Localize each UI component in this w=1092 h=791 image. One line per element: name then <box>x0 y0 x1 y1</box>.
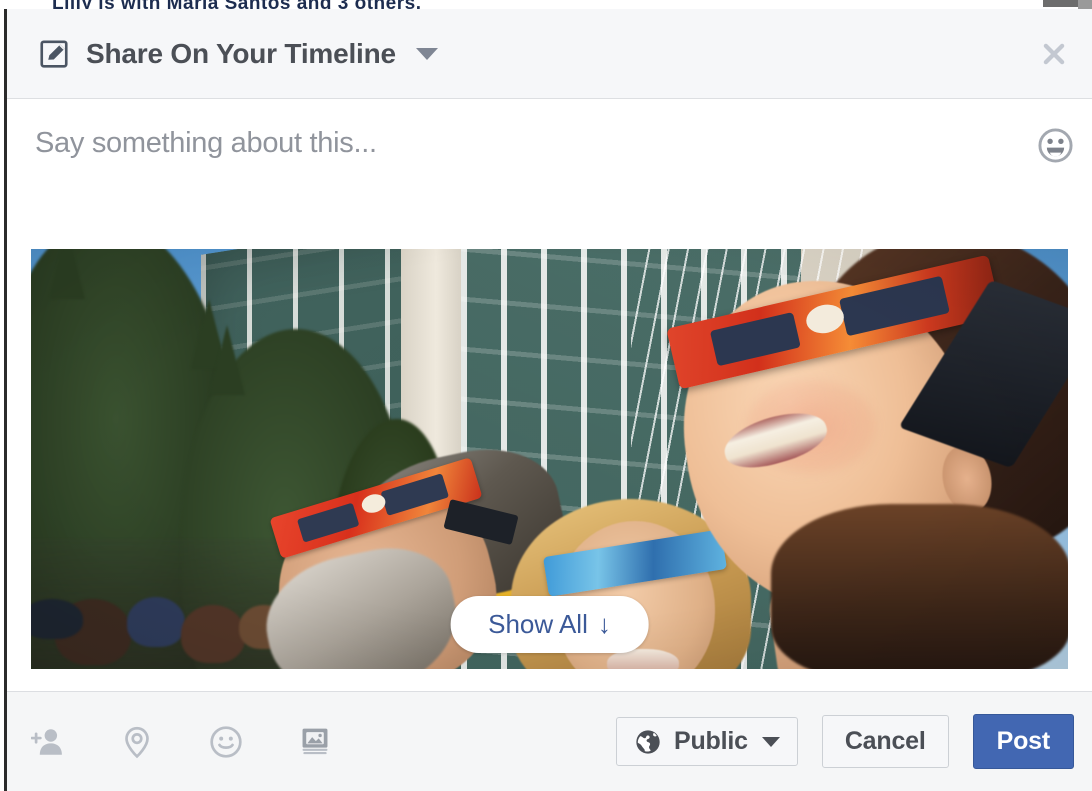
dialog-footer: Public Cancel Post <box>7 691 1092 791</box>
privacy-selector[interactable]: Public <box>616 717 798 766</box>
photo-album-icon[interactable] <box>298 725 332 759</box>
tag-people-icon[interactable] <box>31 725 65 759</box>
show-all-label: Show All <box>488 609 588 639</box>
chevron-down-icon[interactable] <box>415 47 438 60</box>
glasses-lens <box>709 312 801 367</box>
compose-input-placeholder[interactable]: Say something about this... <box>35 127 377 160</box>
emoji-smiley-icon[interactable] <box>1037 127 1074 164</box>
globe-icon <box>636 729 660 754</box>
pine-top <box>209 325 245 395</box>
crowd-head <box>181 605 245 663</box>
show-all-button[interactable]: Show All ↓ <box>450 596 649 653</box>
chevron-down-icon <box>761 736 780 747</box>
dialog-title-group[interactable]: Share On Your Timeline <box>39 38 438 70</box>
woman-hair-lower <box>771 504 1068 669</box>
crowd-sunglasses <box>31 599 83 639</box>
post-button[interactable]: Post <box>972 714 1074 769</box>
attached-photo[interactable]: Show All ↓ <box>31 249 1068 669</box>
crowd-head <box>127 597 185 647</box>
location-pin-icon[interactable] <box>120 725 154 759</box>
feeling-smiley-icon[interactable] <box>209 725 243 759</box>
privacy-label: Public <box>674 727 748 755</box>
share-dialog: Share On Your Timeline Say something abo… <box>4 9 1092 791</box>
person-woman-foreground-with-eclipse-glasses <box>651 249 1068 669</box>
page-title: Share On Your Timeline <box>86 37 396 69</box>
footer-action-icons <box>31 725 332 759</box>
glasses-lens <box>296 502 360 543</box>
dialog-header: Share On Your Timeline <box>7 9 1092 99</box>
arrow-down-icon: ↓ <box>597 609 611 639</box>
screenshot-root: Lilly is with Maria Santos and 3 others.… <box>0 0 1092 791</box>
glasses-lens <box>839 275 950 337</box>
compose-area[interactable]: Say something about this... <box>7 99 1092 249</box>
pine-top <box>49 249 85 299</box>
close-icon[interactable] <box>1039 39 1069 69</box>
footer-actions: Public Cancel Post <box>616 714 1074 769</box>
compose-edit-icon <box>40 39 68 68</box>
cancel-button[interactable]: Cancel <box>821 715 949 768</box>
